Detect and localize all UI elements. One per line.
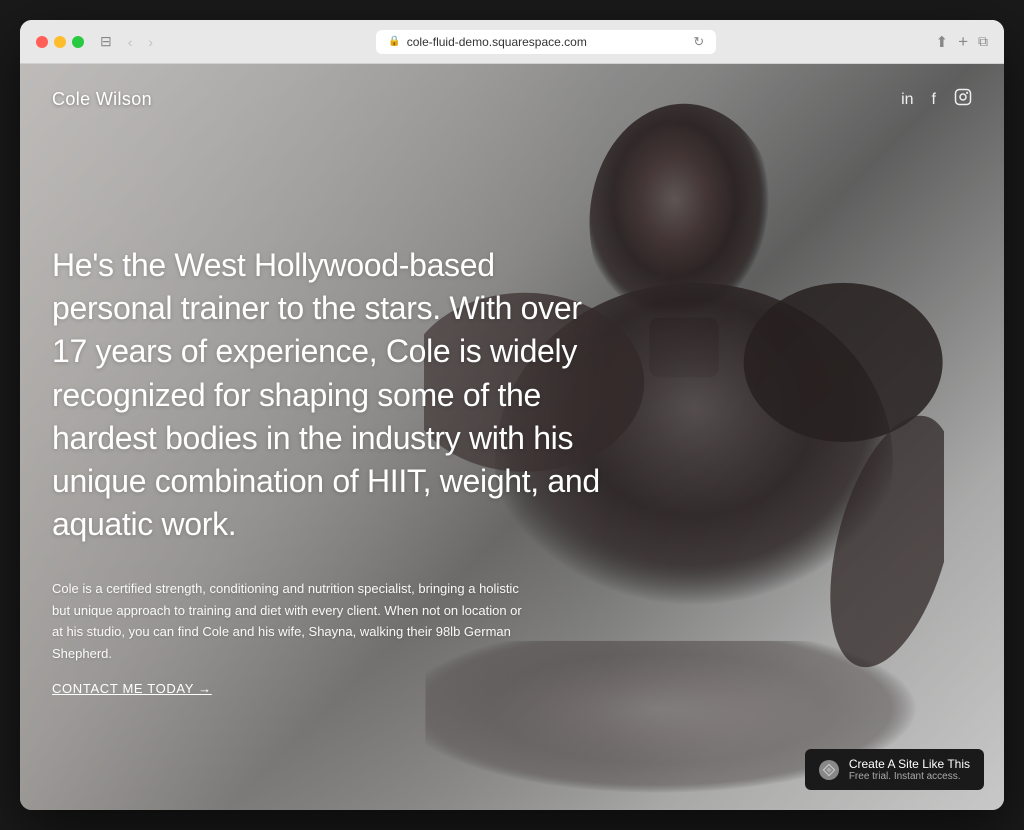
lock-icon: 🔒 [388, 36, 400, 47]
browser-action-buttons: ⬆ + ⧉ [935, 32, 988, 52]
squarespace-badge[interactable]: Create A Site Like This Free trial. Inst… [805, 749, 984, 790]
hero-body-text: Cole is a certified strength, conditioni… [52, 578, 532, 664]
back-button[interactable]: ‹ [124, 32, 137, 52]
minimize-button[interactable] [54, 36, 66, 48]
close-button[interactable] [36, 36, 48, 48]
social-links: in f [901, 88, 972, 111]
linkedin-link[interactable]: in [901, 91, 913, 109]
browser-window: ⊟ ‹ › 🔒 cole-fluid-demo.squarespace.com … [20, 20, 1004, 810]
url-text: cole-fluid-demo.squarespace.com [407, 35, 587, 49]
instagram-link[interactable] [954, 88, 972, 111]
facebook-link[interactable]: f [932, 91, 936, 109]
address-bar-container: 🔒 cole-fluid-demo.squarespace.com ↻ [169, 30, 923, 54]
squarespace-badge-text: Create A Site Like This Free trial. Inst… [849, 757, 970, 782]
website-content: Cole Wilson in f He's the West Hollywood… [20, 64, 1004, 810]
site-title[interactable]: Cole Wilson [52, 89, 152, 110]
sidebar-toggle-icon[interactable]: ⊟ [96, 31, 116, 52]
badge-sub-text: Free trial. Instant access. [849, 771, 970, 782]
address-bar[interactable]: 🔒 cole-fluid-demo.squarespace.com ↻ [376, 30, 716, 54]
squarespace-logo-icon [819, 760, 839, 780]
browser-nav-controls: ⊟ ‹ › [96, 31, 157, 52]
maximize-button[interactable] [72, 36, 84, 48]
site-navigation: Cole Wilson in f [20, 64, 1004, 135]
hero-text-area: He's the West Hollywood-based personal t… [52, 244, 604, 698]
new-tab-button[interactable]: + [958, 32, 968, 52]
badge-main-text: Create A Site Like This [849, 757, 970, 771]
refresh-button[interactable]: ↻ [693, 34, 704, 50]
hero-headline: He's the West Hollywood-based personal t… [52, 244, 604, 546]
traffic-lights [36, 36, 84, 48]
forward-button[interactable]: › [144, 32, 157, 52]
contact-cta-link[interactable]: CONTACT ME TODAY → [52, 681, 212, 696]
windows-button[interactable]: ⧉ [978, 33, 988, 50]
share-button[interactable]: ⬆ [935, 33, 948, 51]
browser-chrome: ⊟ ‹ › 🔒 cole-fluid-demo.squarespace.com … [20, 20, 1004, 64]
